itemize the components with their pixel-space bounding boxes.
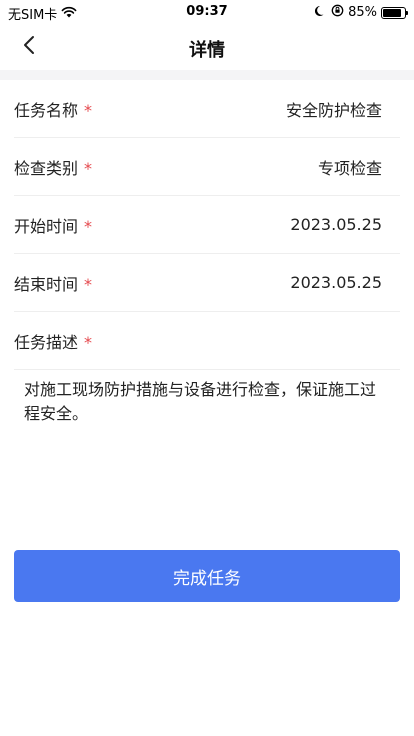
required-mark: * — [84, 216, 93, 236]
task-name-value: 安全防护检查 — [285, 100, 382, 120]
nav-bar: 详情 — [0, 24, 414, 70]
end-time-value: 2023.05.25 — [290, 273, 382, 292]
task-name-label: 任务名称 * — [14, 100, 93, 120]
battery-percent: 85% — [348, 5, 377, 20]
task-name-row: 任务名称 * 安全防护检查 — [14, 80, 400, 138]
complete-task-button[interactable]: 完成任务 — [14, 550, 400, 602]
start-time-value: 2023.05.25 — [290, 215, 382, 234]
orientation-lock-icon — [331, 4, 344, 21]
required-mark: * — [84, 274, 93, 294]
battery-level — [383, 8, 401, 17]
check-category-row: 检查类别 * 专项检查 — [14, 138, 400, 196]
status-right: 85% — [315, 4, 408, 21]
moon-icon — [315, 5, 327, 21]
battery-icon — [381, 6, 408, 19]
section-divider — [0, 70, 414, 80]
start-time-row: 开始时间 * 2023.05.25 — [14, 196, 400, 254]
end-time-label: 结束时间 * — [14, 274, 93, 294]
required-mark: * — [84, 332, 93, 352]
description-text: 对施工现场防护措施与设备进行检查，保证施工过程安全。 — [24, 380, 377, 423]
required-mark: * — [84, 158, 93, 178]
battery-cap — [406, 10, 408, 15]
check-category-value: 专项检查 — [317, 158, 382, 178]
page-title: 详情 — [189, 40, 225, 61]
status-bar: 无SIM卡 09:37 85% — [0, 0, 414, 24]
start-time-label: 开始时间 * — [14, 216, 93, 236]
description-row: 任务描述 * — [14, 312, 400, 370]
required-mark: * — [84, 100, 93, 120]
description-label: 任务描述 * — [14, 332, 93, 352]
end-time-row: 结束时间 * 2023.05.25 — [14, 254, 400, 312]
check-category-label: 检查类别 * — [14, 158, 93, 178]
detail-form: 任务名称 * 安全防护检查 检查类别 * 专项检查 开始时间 * 2023.05.25… — [0, 80, 414, 426]
